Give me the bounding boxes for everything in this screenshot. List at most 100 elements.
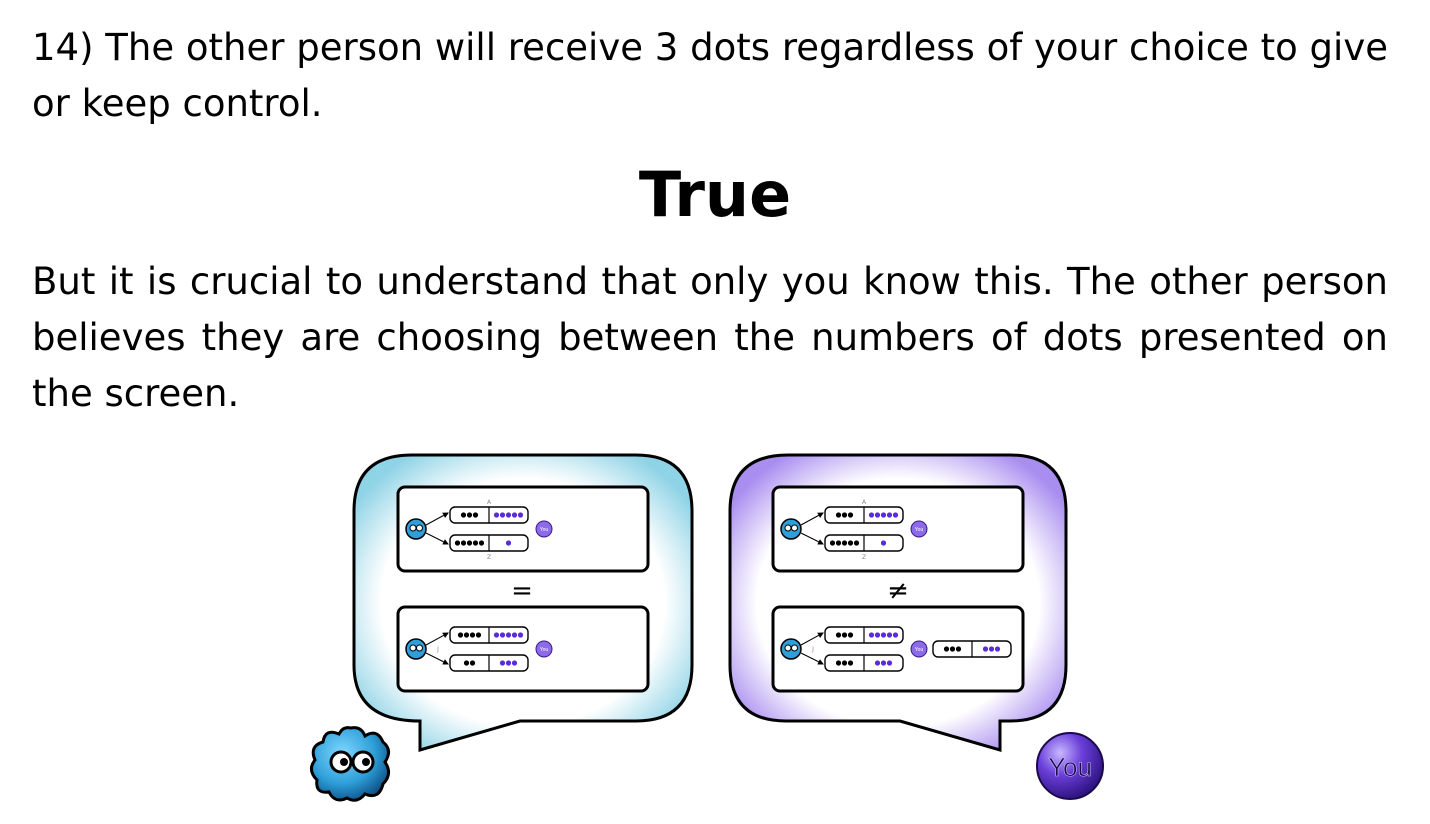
other-person-dot [943,646,950,652]
other-person-dot [463,632,470,638]
your-dot [505,632,512,638]
your-dot [499,512,506,518]
lower-option [824,654,904,672]
left-top-panel: AZYou [396,485,650,573]
other-person-creature-icon [310,726,390,802]
other-person-dot [460,540,467,546]
other-person-dot [841,540,848,546]
other-person-dot [847,540,854,546]
other-person-dot [835,660,842,666]
mini-creature-eye [784,524,792,532]
your-dot [874,660,881,666]
your-dot [511,660,518,666]
your-dot [505,660,512,666]
your-dot [499,632,506,638]
mini-creature-eye [784,644,792,652]
screen-panel-frame [771,485,1025,573]
screen-panel-frame [396,605,650,693]
mini-creature-eye [791,524,798,532]
your-dot [886,632,893,638]
you-avatar-icon: You [1036,732,1104,800]
your-dot [982,646,989,652]
mini-creature-icon [405,518,427,540]
other-person-dot [454,540,461,546]
mini-creature-eye [409,644,417,652]
mini-you-icon: You [910,520,928,538]
other-person-dot [457,632,464,638]
lower-option [449,654,529,672]
mini-you-icon: You [910,640,928,658]
mini-you-icon: You [535,640,553,658]
your-dot [493,512,500,518]
upper-option [449,506,529,524]
other-person-dot [475,632,482,638]
equals-symbol: = [511,576,533,606]
mini-you-icon: You [535,520,553,538]
your-dot [511,632,518,638]
your-dot [505,512,512,518]
lower-option [449,534,529,552]
your-dot [505,540,512,546]
other-person-dot [835,512,842,518]
your-dot [886,512,893,518]
other-person-dot [469,632,476,638]
illustration: AZYouJKYouAZYouJKYou = ≠ You [310,453,1104,802]
your-dot [517,512,524,518]
other-person-dot [955,646,962,652]
other-person-dot [472,512,479,518]
mini-creature-icon [405,638,427,660]
other-person-dot [469,660,476,666]
other-person-dot [472,540,479,546]
other-person-dot [466,512,473,518]
key-hint-label: Z [862,554,866,561]
your-dot [868,632,875,638]
mini-you-label: You [540,647,549,653]
mini-creature-eye [416,524,423,532]
mini-you-label: You [915,527,924,533]
your-dot [994,646,1001,652]
other-person-dot [841,632,848,638]
mini-creature-icon [780,518,802,540]
key-hint-label: J [811,646,814,653]
other-person-dot [460,512,467,518]
lower-option [824,534,904,552]
result-option [932,640,1012,658]
you-avatar-label: You [1048,752,1092,782]
screen-panel-frame [396,485,650,573]
other-person-dot [853,540,860,546]
other-person-dot [949,646,956,652]
other-person-dot [835,540,842,546]
other-person-dot [847,660,854,666]
mini-creature-eye [409,524,417,532]
other-person-dot [835,632,842,638]
your-dot [517,632,524,638]
your-dot [874,512,881,518]
mini-creature-eye [791,644,798,652]
mini-you-label: You [540,527,549,533]
your-dot [874,632,881,638]
other-person-dot [847,632,854,638]
not-equals-symbol: ≠ [887,576,909,606]
other-person-dot [847,512,854,518]
your-dot [880,512,887,518]
your-dot [886,660,893,666]
key-hint-label: Z [487,554,491,561]
your-dot [880,540,887,546]
right-bottom-panel: JKYou [771,605,1025,693]
other-person-dot [841,660,848,666]
your-dot [880,660,887,666]
other-person-dot [463,660,470,666]
mini-creature-eye [416,644,423,652]
other-person-dot [829,540,836,546]
other-person-dot [478,540,485,546]
your-dot [511,512,518,518]
your-dot [880,632,887,638]
your-dot [499,660,506,666]
your-dot [868,512,875,518]
other-person-dot [466,540,473,546]
left-bottom-panel: JKYou [396,605,650,693]
your-dot [892,632,899,638]
upper-option [449,626,529,644]
mini-you-label: You [915,647,924,653]
your-dot [493,632,500,638]
